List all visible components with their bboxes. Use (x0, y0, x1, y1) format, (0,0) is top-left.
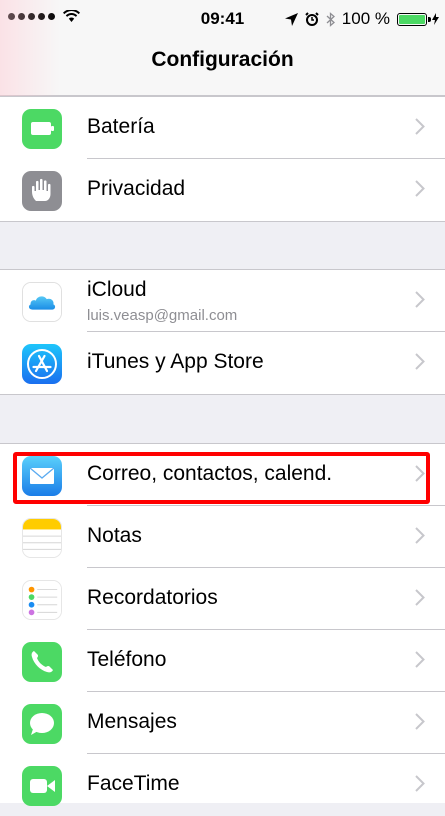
reminders-icon (22, 580, 62, 620)
navigation-bar: Configuración (0, 0, 445, 96)
row-label: Teléfono (87, 648, 167, 671)
settings-row-facetime[interactable]: FaceTime (0, 754, 445, 816)
charging-bolt-icon (432, 13, 439, 25)
row-label: Batería (87, 115, 155, 138)
settings-group-device: Batería Privacidad (0, 96, 445, 222)
settings-row-recordatorios[interactable]: Recordatorios (0, 568, 445, 630)
chevron-right-icon (415, 118, 425, 135)
battery-icon (22, 109, 62, 149)
page-title: Configuración (151, 48, 294, 71)
alarm-icon (305, 12, 319, 26)
battery-percentage: 100 % (341, 9, 390, 28)
settings-group-apps: Correo, contactos, calend. Notas Recorda… (0, 443, 445, 806)
row-label: Notas (87, 524, 142, 547)
wifi-icon (63, 10, 80, 22)
chevron-right-icon (415, 180, 425, 197)
battery-icon (397, 12, 431, 26)
notes-icon (22, 518, 62, 558)
facetime-icon (22, 766, 62, 806)
row-label: iCloud (87, 278, 147, 301)
location-arrow-icon (284, 12, 298, 26)
app-store-icon (22, 344, 62, 384)
bluetooth-icon (326, 11, 335, 27)
signal-strength (8, 10, 80, 22)
row-label: iTunes y App Store (87, 350, 264, 373)
row-label: Mensajes (87, 710, 177, 733)
status-bar: 09:41 100 % (0, 0, 445, 40)
chevron-right-icon (415, 775, 425, 792)
chevron-right-icon (415, 651, 425, 668)
phone-icon (22, 642, 62, 682)
settings-row-itunes-app-store[interactable]: iTunes y App Store (0, 332, 445, 394)
row-label: Privacidad (87, 177, 186, 200)
chevron-right-icon (415, 465, 425, 482)
messages-icon (22, 704, 62, 744)
row-sublabel-email: luis.veasp@gmail.com (87, 307, 238, 324)
chevron-right-icon (415, 353, 425, 370)
cloud-icon (22, 282, 62, 322)
chevron-right-icon (415, 527, 425, 544)
hand-icon (22, 171, 62, 211)
row-label: FaceTime (87, 772, 180, 795)
settings-row-notas[interactable]: Notas (0, 506, 445, 568)
settings-row-icloud[interactable]: iCloud luis.veasp@gmail.com (0, 270, 445, 332)
settings-row-mensajes[interactable]: Mensajes (0, 692, 445, 754)
settings-group-accounts: iCloud luis.veasp@gmail.com iTunes y App… (0, 269, 445, 395)
chevron-right-icon (415, 291, 425, 308)
chevron-right-icon (415, 713, 425, 730)
settings-row-privacidad[interactable]: Privacidad (0, 159, 445, 221)
chevron-right-icon (415, 589, 425, 606)
mail-envelope-icon (22, 456, 62, 496)
row-label: Correo, contactos, calend. (87, 462, 333, 485)
settings-row-correo-contactos-calend[interactable]: Correo, contactos, calend. (0, 444, 445, 506)
row-label: Recordatorios (87, 586, 218, 609)
settings-row-bateria[interactable]: Batería (0, 97, 445, 159)
settings-row-telefono[interactable]: Teléfono (0, 630, 445, 692)
